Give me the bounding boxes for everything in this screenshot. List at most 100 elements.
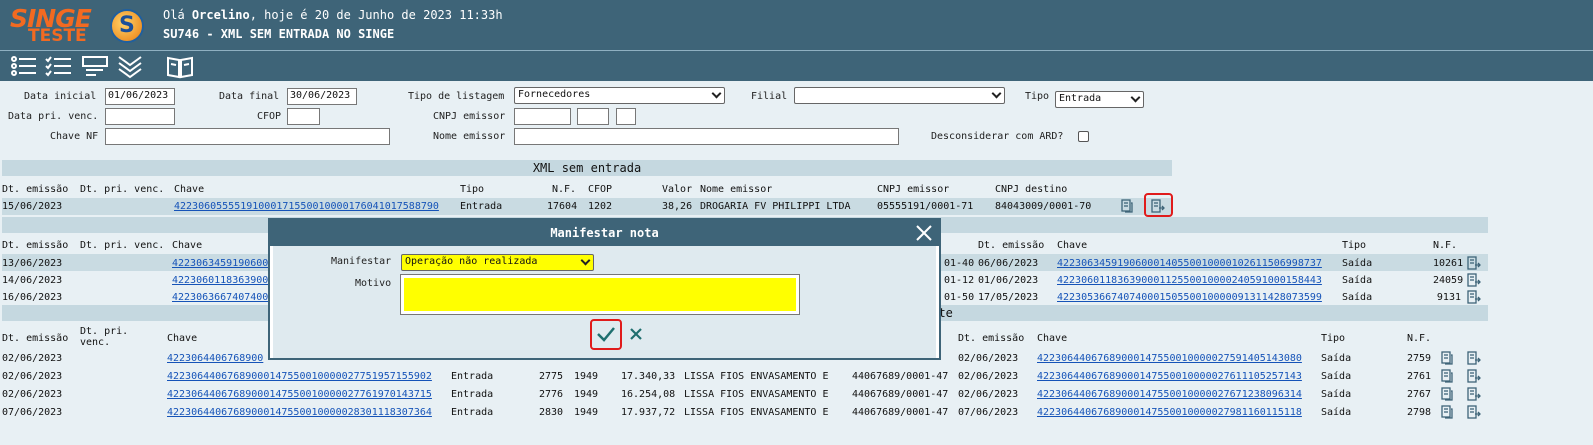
chave-nf-label: Chave NF: [50, 131, 99, 142]
col-header: Dt. pri. venc.: [80, 240, 165, 251]
manifest-document-icon[interactable]: [1467, 369, 1481, 383]
manifestar-label: Manifestar: [331, 256, 392, 267]
cell-tipo: Entrada: [451, 407, 494, 418]
cell-dt: 02/06/2023: [2, 353, 63, 364]
user-name: Orcelino: [191, 8, 250, 22]
data-final-label: Data final: [219, 91, 280, 102]
manifest-document-icon[interactable]: [1467, 290, 1481, 304]
cell-dt2: 06/06/2023: [978, 258, 1039, 269]
list-icon[interactable]: [10, 54, 38, 79]
chave-link[interactable]: 4223060555519100017155001000017604101758…: [174, 201, 439, 212]
copy-document-icon[interactable]: [1120, 199, 1134, 213]
cell-dt: 15/06/2023: [2, 201, 63, 212]
cell-cfop: 1949: [574, 407, 599, 418]
cell-tipo: Entrada: [460, 201, 503, 212]
chave-link[interactable]: 4223064406768900: [167, 353, 263, 364]
cancel-x-icon[interactable]: [628, 326, 644, 342]
chave2-link[interactable]: 4223064406768900014755001000002767123809…: [1037, 389, 1302, 400]
nome-emissor-input[interactable]: [514, 128, 899, 145]
cnpj-emissor-input-3[interactable]: [616, 108, 636, 125]
cell-nf: 2761: [1407, 371, 1432, 382]
cell-tipo: Saída: [1342, 258, 1373, 269]
copy-document-icon[interactable]: [1440, 405, 1454, 419]
cnpj-emissor-label: CNPJ emissor: [433, 111, 506, 122]
cell-tipo: Entrada: [451, 389, 494, 400]
col-header: Dt. emissão: [2, 240, 69, 251]
cell-cnpj: 44067689/0001-47: [852, 371, 949, 382]
chevron-down-icon: [991, 88, 1002, 99]
cfop-input[interactable]: [287, 108, 320, 125]
chave2-link[interactable]: 4223064406768900014755001000002761110525…: [1037, 371, 1302, 382]
cell-tipo: Saída: [1342, 275, 1373, 286]
cell-cnpj: 44067689/0001-47: [852, 407, 949, 418]
chave-link[interactable]: 4223064406768900014755001000002830111830…: [167, 407, 432, 418]
section-title: XML sem entrada: [2, 160, 1172, 176]
tipo-select[interactable]: Entrada: [1055, 91, 1144, 108]
modal-title: Manifestar nota: [550, 226, 659, 240]
chave2-link[interactable]: 4223063459190600014055001000010261150699…: [1057, 258, 1322, 269]
cell-nf: 2767: [1407, 389, 1432, 400]
filial-label: Filial: [751, 91, 788, 102]
col-header: Chave: [167, 333, 198, 344]
form-icon[interactable]: [81, 54, 109, 79]
cell-tipo: Saída: [1321, 371, 1352, 382]
chave2-link[interactable]: 4223064406768900014755001000002759140514…: [1037, 353, 1302, 364]
chave2-link[interactable]: 4223053667407400015055001000009131142807…: [1057, 292, 1322, 303]
tipo-listagem-select[interactable]: Fornecedores: [514, 87, 725, 104]
chave-link[interactable]: 4223060118363900: [172, 275, 268, 286]
chave-link[interactable]: 4223064406768900014755001000002775195715…: [167, 371, 432, 382]
chave-link[interactable]: 4223063667407400: [172, 292, 268, 303]
chave-nf-input[interactable]: [105, 128, 390, 145]
col-header: Dt. emissão: [2, 333, 69, 344]
cell-dt2: 02/06/2023: [958, 371, 1019, 382]
cell-dt2: 01/06/2023: [978, 275, 1039, 286]
col-header: Chave: [1057, 240, 1088, 251]
col-header: Valor: [662, 184, 693, 195]
cell-nome: LISSA FIOS ENVASAMENTO E: [684, 407, 829, 418]
collapse-icon[interactable]: [116, 54, 144, 79]
desconsiderar-checkbox[interactable]: [1078, 131, 1089, 142]
manifest-document-icon[interactable]: [1467, 387, 1481, 401]
cell-nf: 2775: [539, 371, 564, 382]
manifest-document-icon[interactable]: [1151, 199, 1165, 213]
cnpj-emissor-input-1[interactable]: [514, 108, 571, 125]
confirm-check-icon[interactable]: [596, 325, 616, 343]
cell-dt: 13/06/2023: [2, 258, 63, 269]
book-icon[interactable]: [166, 54, 194, 79]
cell-cnpj-tail: 01-12: [944, 275, 975, 286]
manifest-document-icon[interactable]: [1467, 256, 1481, 270]
cell-dt2: 17/05/2023: [978, 292, 1039, 303]
checklist-icon[interactable]: [45, 54, 73, 79]
manifest-document-icon[interactable]: [1467, 273, 1481, 287]
motivo-textarea[interactable]: [404, 278, 796, 311]
cell-nf: 24059: [1433, 275, 1464, 286]
manifestar-select[interactable]: Operação não realizada: [401, 254, 594, 271]
cell-cnpj-tail: 01-40: [944, 258, 975, 269]
data-pri-venc-input[interactable]: [105, 108, 175, 125]
chave2-link[interactable]: 4223060118363900011255001000024059100015…: [1057, 275, 1322, 286]
manifest-document-icon[interactable]: [1467, 351, 1481, 365]
copy-document-icon[interactable]: [1440, 351, 1454, 365]
data-final-input[interactable]: 30/06/2023: [287, 88, 357, 105]
chave-link[interactable]: 4223063459190600: [172, 258, 268, 269]
close-icon[interactable]: [913, 222, 935, 244]
copy-document-icon[interactable]: [1440, 369, 1454, 383]
data-inicial-input[interactable]: 01/06/2023: [105, 88, 175, 105]
col-header: Dt. emissão: [2, 184, 69, 195]
cfop-label: CFOP: [257, 111, 282, 122]
cell-valor: 17.340,33: [621, 371, 676, 382]
col-header: Tipo: [1342, 240, 1367, 251]
cnpj-emissor-input-2[interactable]: [577, 108, 609, 125]
filial-select[interactable]: [794, 87, 1005, 104]
chave-link[interactable]: 4223064406768900014755001000002776197014…: [167, 389, 432, 400]
copy-document-icon[interactable]: [1440, 387, 1454, 401]
chave2-link[interactable]: 4223064406768900014755001000002798116011…: [1037, 407, 1302, 418]
toolbar: [0, 50, 1593, 81]
cell-nf: 9131: [1436, 292, 1461, 303]
col-header: Chave: [174, 184, 205, 195]
cell-dt: 02/06/2023: [2, 371, 63, 382]
cell-cfop: 1949: [574, 371, 599, 382]
col-header: N.F.: [1433, 240, 1458, 251]
page-title: SU746 - XML SEM ENTRADA NO SINGE: [163, 27, 395, 41]
manifest-document-icon[interactable]: [1467, 405, 1481, 419]
